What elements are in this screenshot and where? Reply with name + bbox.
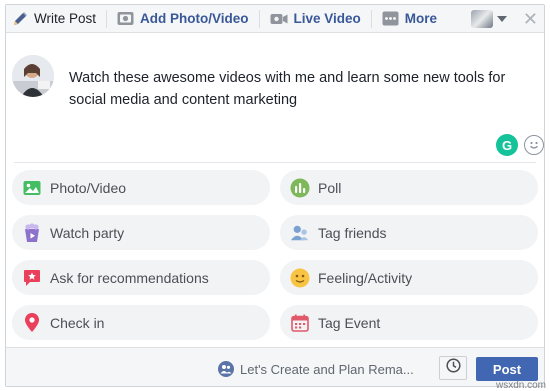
option-photo-video[interactable]: Photo/Video bbox=[12, 170, 270, 205]
option-label: Poll bbox=[318, 179, 342, 196]
option-check-in[interactable]: Check in bbox=[12, 305, 270, 340]
post-button[interactable]: Post bbox=[476, 357, 538, 381]
tab-more[interactable]: More bbox=[374, 5, 445, 33]
tab-add-photo-video-label: Add Photo/Video bbox=[140, 11, 249, 26]
posting-as-avatar[interactable] bbox=[470, 10, 493, 28]
composer-footer: Let's Create and Plan Rema... Post bbox=[6, 347, 544, 386]
pencil-icon bbox=[12, 11, 28, 27]
video-camera-icon bbox=[270, 12, 288, 26]
option-label: Tag friends bbox=[318, 224, 387, 241]
composer-tab-bar: Write Post Add Photo/Video Live Video Mo… bbox=[6, 5, 544, 33]
tab-write-post-label: Write Post bbox=[34, 11, 97, 26]
tab-separator bbox=[258, 9, 260, 28]
tab-separator bbox=[370, 9, 372, 28]
check-in-icon bbox=[22, 312, 42, 333]
composer-window: Write Post Add Photo/Video Live Video Mo… bbox=[5, 4, 545, 387]
option-label: Ask for recommendations bbox=[50, 269, 209, 286]
user-avatar bbox=[12, 55, 54, 97]
feeling-icon bbox=[290, 268, 310, 288]
schedule-button[interactable] bbox=[439, 356, 467, 380]
poll-icon bbox=[290, 178, 310, 198]
more-dots-icon bbox=[382, 11, 399, 26]
tab-live-video[interactable]: Live Video bbox=[262, 5, 369, 33]
divider bbox=[14, 162, 536, 163]
option-label: Watch party bbox=[50, 224, 125, 241]
tag-event-icon bbox=[290, 313, 310, 333]
emoji-icon[interactable] bbox=[524, 135, 544, 155]
option-label: Feeling/Activity bbox=[318, 269, 413, 286]
photo-icon bbox=[22, 178, 42, 198]
option-label: Check in bbox=[50, 314, 105, 331]
audience-selector[interactable]: Let's Create and Plan Rema... bbox=[218, 361, 414, 377]
option-label: Photo/Video bbox=[50, 179, 127, 196]
camera-icon bbox=[117, 11, 134, 26]
option-tag-friends[interactable]: Tag friends bbox=[280, 215, 538, 250]
option-poll[interactable]: Poll bbox=[280, 170, 538, 205]
recommendations-icon bbox=[22, 268, 42, 288]
option-tag-event[interactable]: Tag Event bbox=[280, 305, 538, 340]
watch-party-icon bbox=[22, 222, 42, 243]
grammarly-icon[interactable]: G bbox=[496, 134, 518, 156]
chevron-down-icon[interactable] bbox=[496, 16, 507, 22]
tab-add-photo-video[interactable]: Add Photo/Video bbox=[109, 5, 257, 33]
option-ask-for-recommendations[interactable]: Ask for recommendations bbox=[12, 260, 270, 295]
tab-write-post[interactable]: Write Post bbox=[6, 5, 104, 33]
tag-friends-icon bbox=[290, 223, 310, 243]
option-label: Tag Event bbox=[318, 314, 381, 331]
option-watch-party[interactable]: Watch party bbox=[12, 215, 270, 250]
top-right-controls: ✕ bbox=[470, 5, 538, 33]
close-icon[interactable]: ✕ bbox=[523, 10, 538, 28]
post-text-input[interactable]: Watch these awesome videos with me and l… bbox=[69, 67, 519, 111]
option-feeling-activity[interactable]: Feeling/Activity bbox=[280, 260, 538, 295]
audience-label: Let's Create and Plan Rema... bbox=[240, 361, 414, 377]
tab-separator bbox=[106, 9, 108, 28]
clock-icon bbox=[445, 358, 461, 378]
tab-more-label: More bbox=[404, 11, 438, 26]
watermark: wsxdn.com bbox=[495, 380, 546, 391]
group-icon bbox=[218, 361, 234, 377]
tab-live-video-label: Live Video bbox=[293, 11, 361, 26]
